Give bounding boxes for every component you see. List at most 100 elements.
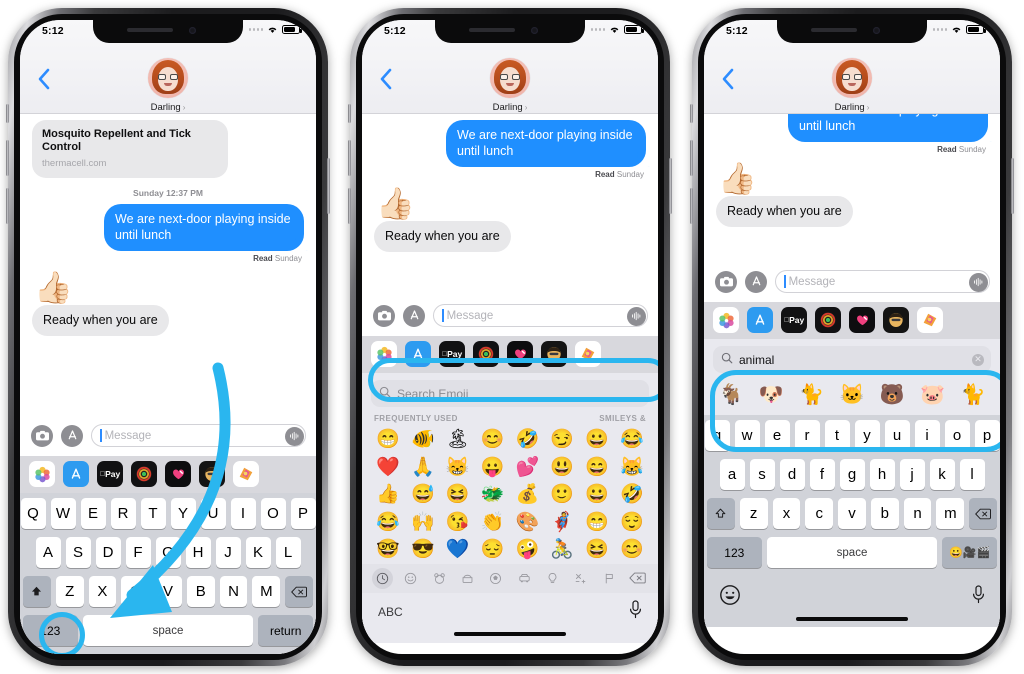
emoji-backspace-icon[interactable]	[627, 568, 648, 589]
emoji-suggestion-key[interactable]: 😀🎥🎬	[942, 537, 998, 568]
conversation-list[interactable]: We are next-door playing inside until lu…	[362, 114, 658, 296]
message-row-incoming[interactable]: Ready when you are	[704, 196, 1000, 227]
key-u[interactable]: u	[884, 420, 910, 451]
app-store-icon[interactable]	[745, 270, 767, 293]
emoji-cell[interactable]: 🤣	[510, 426, 544, 454]
app-icon-music[interactable]	[473, 341, 499, 367]
message-row-outgoing-clipped[interactable]: We are next-door playing inside until lu…	[704, 114, 1000, 142]
emoji-cell[interactable]: 🎨	[510, 509, 544, 537]
app-icon-photos[interactable]	[713, 307, 739, 333]
key-i[interactable]: i	[914, 420, 940, 451]
app-icon-digital-touch[interactable]	[165, 461, 191, 487]
app-icon-stickers[interactable]	[233, 461, 259, 487]
power-button[interactable]	[327, 158, 330, 214]
space-key[interactable]: space	[82, 615, 254, 646]
backspace-key[interactable]	[285, 576, 314, 607]
camera-icon[interactable]	[373, 304, 395, 327]
numbers-key[interactable]: 123	[707, 537, 762, 568]
emoji-search-panel[interactable]: animal ✕ 🐐 🐶 🐈 🐱 🐻 🐷 🐈	[704, 339, 1000, 415]
contact-header[interactable]: Darling ›	[148, 58, 188, 113]
app-icon-stickers[interactable]	[917, 307, 943, 333]
microphone-icon[interactable]	[972, 585, 985, 604]
emoji-cell[interactable]: 🚴	[545, 536, 579, 564]
category-travel-icon[interactable]	[514, 568, 535, 589]
emoji-cell[interactable]: 😏	[545, 426, 579, 454]
message-input-field[interactable]: Message	[91, 424, 306, 447]
emoji-cell[interactable]: 🙏	[406, 454, 440, 482]
back-chevron-icon[interactable]	[379, 68, 393, 90]
emoji-cell[interactable]: 🤪	[510, 536, 544, 564]
key-i[interactable]: I	[230, 498, 256, 529]
emoji-cell[interactable]: 😹	[615, 454, 649, 482]
emoji-cell[interactable]: 😁	[580, 509, 614, 537]
key-e[interactable]: e	[764, 420, 790, 451]
app-icon-apple-pay[interactable]: Pay	[439, 341, 465, 367]
volume-down-button[interactable]	[348, 188, 351, 224]
power-button[interactable]	[669, 158, 672, 214]
key-o[interactable]: O	[260, 498, 286, 529]
emoji-cell[interactable]: 😂	[371, 509, 405, 537]
key-t[interactable]: t	[824, 420, 850, 451]
return-key[interactable]: return	[258, 615, 314, 646]
emoji-cell[interactable]: 😊	[615, 536, 649, 564]
key-o[interactable]: o	[944, 420, 970, 451]
back-chevron-icon[interactable]	[721, 68, 735, 90]
emoji-cell[interactable]: 😘	[441, 509, 475, 537]
app-icon-photos[interactable]	[371, 341, 397, 367]
emoji-cell[interactable]: 😊	[476, 426, 510, 454]
category-objects-icon[interactable]	[542, 568, 563, 589]
message-row-outgoing[interactable]: We are next-door playing inside until lu…	[362, 114, 658, 167]
app-store-icon[interactable]	[61, 424, 83, 447]
key-k[interactable]: K	[245, 537, 271, 568]
imessage-app-strip[interactable]: Pay	[20, 456, 316, 493]
emoji-category-bar[interactable]	[362, 563, 658, 593]
shift-key[interactable]	[706, 498, 735, 529]
app-icon-app-store[interactable]	[405, 341, 431, 367]
app-icon-apple-pay[interactable]: Pay	[781, 307, 807, 333]
key-n[interactable]: n	[903, 498, 932, 529]
camera-icon[interactable]	[31, 424, 53, 447]
emoji-smiley-icon[interactable]	[719, 584, 741, 606]
key-z[interactable]: z	[739, 498, 768, 529]
key-n[interactable]: N	[219, 576, 248, 607]
emoji-cell[interactable]: 😀	[580, 426, 614, 454]
emoji-result[interactable]: 🐈	[956, 381, 990, 410]
audio-waveform-icon[interactable]	[626, 306, 646, 326]
volume-down-button[interactable]	[6, 188, 9, 224]
emoji-cell[interactable]: 😃	[545, 454, 579, 482]
key-m[interactable]: m	[936, 498, 965, 529]
emoji-search-field[interactable]: Search Emoji	[371, 380, 649, 407]
key-f[interactable]: f	[809, 459, 835, 490]
app-icon-music[interactable]	[131, 461, 157, 487]
link-preview-card[interactable]: Mosquito Repellent and Tick Control ther…	[32, 120, 228, 178]
emoji-cell[interactable]: 💰	[510, 481, 544, 509]
emoji-keyboard[interactable]: Search Emoji FREQUENTLY USED SMILEYS & 😁…	[362, 373, 658, 643]
app-icon-memoji[interactable]	[883, 307, 909, 333]
app-icon-stickers[interactable]	[575, 341, 601, 367]
audio-waveform-icon[interactable]	[284, 426, 304, 446]
key-v[interactable]: v	[838, 498, 866, 529]
emoji-cell[interactable]: 😌	[615, 509, 649, 537]
emoji-result[interactable]: 🐱	[835, 381, 869, 410]
emoji-cell[interactable]: 🤣	[615, 481, 649, 509]
imessage-app-strip[interactable]: Pay	[362, 336, 658, 373]
key-w[interactable]: w	[734, 420, 760, 451]
key-y[interactable]: Y	[170, 498, 196, 529]
emoji-cell[interactable]: 😎	[406, 536, 440, 564]
emoji-cell[interactable]: 😸	[441, 454, 475, 482]
conversation-list[interactable]: Mosquito Repellent and Tick Control ther…	[20, 114, 316, 416]
emoji-cell[interactable]: 😀	[580, 481, 614, 509]
key-s[interactable]: s	[749, 459, 775, 490]
emoji-cell[interactable]: ❤️	[371, 454, 405, 482]
category-smileys-icon[interactable]	[400, 568, 421, 589]
key-c[interactable]: c	[805, 498, 834, 529]
emoji-result[interactable]: 🐻	[875, 381, 909, 410]
key-l[interactable]: l	[959, 459, 985, 490]
emoji-result[interactable]: 🐐	[714, 381, 748, 410]
key-w[interactable]: W	[50, 498, 76, 529]
key-z[interactable]: Z	[55, 576, 84, 607]
emoji-result[interactable]: 🐈	[795, 381, 829, 410]
key-h[interactable]: H	[185, 537, 211, 568]
clear-circle-icon[interactable]: ✕	[972, 353, 984, 366]
key-m[interactable]: M	[252, 576, 281, 607]
